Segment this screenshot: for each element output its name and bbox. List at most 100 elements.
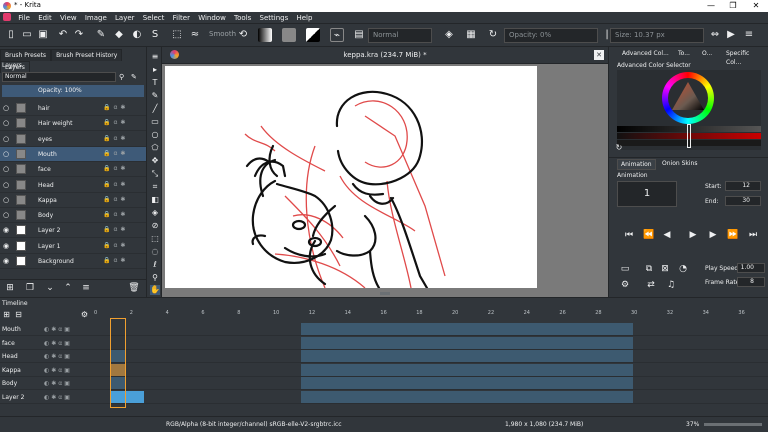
last-frame-icon[interactable]: ⏭	[747, 229, 759, 241]
menu-filter[interactable]: Filter	[170, 12, 193, 24]
zoom-slider[interactable]	[704, 423, 762, 426]
layer-row[interactable]: ○ face 🔒α✱	[0, 162, 146, 178]
timeline-remove-layer-icon[interactable]: ⊟	[14, 310, 23, 319]
add-layer-icon[interactable]: ⊞	[4, 282, 16, 294]
visibility-eye-icon[interactable]: ○	[3, 196, 11, 204]
smooth-icon[interactable]: ≈	[188, 28, 202, 42]
timeline-layer-icons[interactable]: ◐✱α▣	[44, 353, 72, 360]
previous-keyframe-icon[interactable]: ⏪	[643, 229, 655, 241]
tab-specific-color[interactable]: Specific Col...	[723, 49, 768, 67]
layer-lock-icons[interactable]: 🔒α✱	[103, 104, 128, 111]
rect-select-tool-icon[interactable]: ⬚	[150, 234, 160, 244]
playhead-frame-highlight[interactable]	[110, 318, 126, 408]
layer-row[interactable]: ◉ Background 🔒α✱	[0, 254, 146, 269]
timeline-settings-icon[interactable]: ⚙	[80, 310, 89, 319]
brush-preset-icon[interactable]: ◆	[112, 28, 126, 42]
app-menu-icon[interactable]	[3, 13, 11, 21]
timeline-layer-icons[interactable]: ◐✱α▣	[44, 326, 72, 333]
brush-tip-icon[interactable]: ⌁	[330, 28, 344, 42]
frame-block[interactable]	[301, 390, 633, 403]
layer-row[interactable]: ○ hair 🔒α✱	[0, 101, 146, 116]
rectangle-tool-icon[interactable]: ▭	[150, 117, 160, 127]
blend-mode-select[interactable]: Normal	[368, 28, 432, 43]
current-frame-field[interactable]: 1	[617, 181, 677, 207]
zoom-tool-icon[interactable]: ⚲	[150, 273, 160, 283]
undo-icon[interactable]: ↶	[56, 28, 70, 42]
drop-frames-icon[interactable]: ⚙	[619, 279, 631, 291]
rotate-icon[interactable]: ⟲	[236, 28, 250, 42]
visibility-eye-icon[interactable]: ◉	[3, 257, 11, 265]
text-tool-icon[interactable]: T	[150, 78, 160, 88]
visibility-eye-icon[interactable]: ○	[3, 119, 11, 127]
next-keyframe-icon[interactable]: ⏩	[727, 229, 739, 241]
layer-row[interactable]: ◉ Layer 1 🔒α✱	[0, 239, 146, 254]
crop-tool-icon[interactable]: ⌗	[150, 182, 160, 192]
freehand-brush-icon[interactable]: ✎	[94, 28, 108, 42]
layer-row[interactable]: ○ Head 🔒α✱	[0, 178, 146, 193]
timeline-layer-icons[interactable]: ◐✱α▣	[44, 367, 72, 374]
play-speed-field[interactable]: 1.00	[737, 263, 765, 273]
tab-tool-options[interactable]: To...	[675, 49, 693, 58]
menu-view[interactable]: View	[57, 12, 80, 24]
delete-layer-icon[interactable]: 🗑	[128, 282, 140, 294]
frame-block[interactable]	[301, 350, 633, 362]
next-frame-icon[interactable]: ▶	[707, 229, 719, 241]
mirror-dropdown-icon[interactable]: ▶	[724, 28, 738, 42]
frame-block[interactable]	[301, 377, 633, 389]
open-document-icon[interactable]: ▭	[20, 28, 34, 42]
frame-block[interactable]	[301, 363, 633, 376]
visibility-eye-icon[interactable]: ○	[3, 211, 11, 219]
stabilizer-icon[interactable]: S	[148, 28, 162, 42]
select-tool-icon[interactable]: ⬚	[170, 28, 184, 42]
visibility-eye-icon[interactable]: ○	[3, 181, 11, 189]
drawing-canvas[interactable]	[165, 66, 537, 288]
minimize-button[interactable]: —	[700, 0, 722, 12]
layer-row[interactable]: ◉ Layer 2 🔒α✱	[0, 223, 146, 239]
timeline-layer-icons[interactable]: ◐✱α▣	[44, 394, 72, 401]
select-shapes-tool-icon[interactable]: ▸	[150, 65, 160, 75]
timeline-layer-icons[interactable]: ◐✱α▣	[44, 340, 72, 347]
duplicate-layer-icon[interactable]: ❐	[24, 282, 36, 294]
layer-row[interactable]: ○ eyes 🔒α✱	[0, 132, 146, 147]
end-frame-field[interactable]: 30	[725, 196, 761, 206]
move-layer-down-icon[interactable]: ⌄	[44, 282, 56, 294]
layer-lock-icons[interactable]: 🔒α✱	[103, 165, 128, 172]
menu-edit[interactable]: Edit	[35, 12, 55, 24]
menu-window[interactable]: Window	[195, 12, 229, 24]
visibility-eye-icon[interactable]: ○	[3, 104, 11, 112]
close-document-icon[interactable]: ✕	[594, 50, 604, 60]
layer-row[interactable]: ○ Mouth 🔒α✱	[0, 146, 146, 162]
frame-block[interactable]	[301, 323, 633, 335]
new-document-icon[interactable]: ▯	[4, 28, 18, 42]
move-layer-up-icon[interactable]: ⌃	[62, 282, 74, 294]
menu-layer[interactable]: Layer	[112, 12, 138, 24]
timeline-add-layer-icon[interactable]: ⊞	[2, 310, 11, 319]
line-tool-icon[interactable]: ╱	[150, 104, 160, 114]
saturation-triangle[interactable]	[672, 82, 704, 112]
layer-lock-icons[interactable]: 🔒α✱	[103, 181, 128, 188]
maximize-button[interactable]: ❐	[722, 0, 744, 12]
menu-settings[interactable]: Settings	[257, 12, 292, 24]
toolbox-options-icon[interactable]: ≡	[150, 52, 160, 62]
layer-blend-mode-select[interactable]: Normal	[2, 72, 116, 82]
freehand-brush-tool-icon[interactable]: ✎	[150, 91, 160, 101]
tab-animation[interactable]: Animation	[617, 159, 656, 170]
menu-help[interactable]: Help	[293, 12, 315, 24]
color-selector-widget[interactable]	[617, 70, 761, 150]
mirror-horizontal-icon[interactable]: ⇔	[708, 28, 722, 42]
gradient-tool-icon[interactable]: ◧	[150, 195, 160, 205]
lasso-select-tool-icon[interactable]: ℓ	[150, 260, 160, 270]
visibility-eye-icon[interactable]: ○	[3, 150, 11, 158]
visibility-eye-icon[interactable]: ◉	[3, 242, 11, 250]
copy-frame-icon[interactable]: ⧉	[643, 263, 655, 275]
pan-tool-icon[interactable]: ✋	[150, 285, 160, 295]
frame-rate-field[interactable]: 8	[737, 277, 765, 287]
move-tool-icon[interactable]: ✥	[150, 156, 160, 166]
slider-cursor[interactable]	[687, 124, 691, 148]
document-title[interactable]: keppa.kra (234.7 MiB) *	[162, 51, 608, 59]
frame-ruler[interactable]: 0 2 4 6 8 10 12 14 16 18 20 22 24 26 28 30 32 34 36	[94, 310, 764, 318]
preserve-alpha-icon[interactable]: ▦	[464, 28, 478, 42]
add-blank-frame-icon[interactable]: ▭	[619, 263, 631, 275]
layer-lock-icons[interactable]: 🔒α✱	[103, 257, 128, 264]
frame-block[interactable]	[301, 336, 633, 349]
